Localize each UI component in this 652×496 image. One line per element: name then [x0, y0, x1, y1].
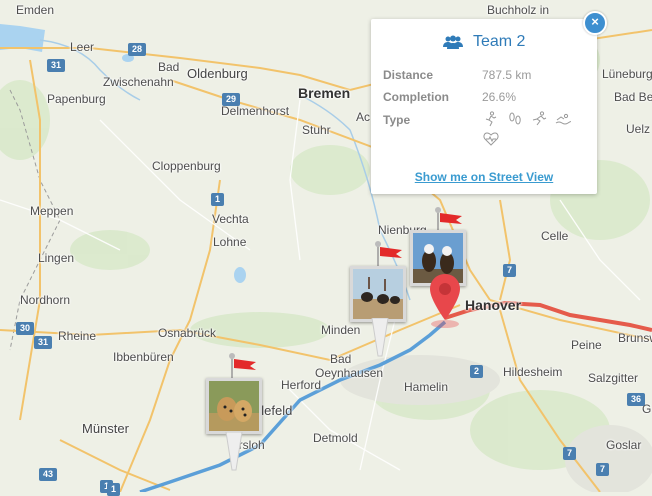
place-label: Leer — [70, 40, 95, 54]
place-label: Hamelin — [404, 380, 449, 394]
road-shield: 7 — [596, 463, 610, 476]
pin-stem-icon — [371, 318, 389, 357]
cheetah-photo — [206, 378, 262, 434]
place-label: Bremen — [298, 85, 351, 101]
place-label: Herford — [281, 378, 322, 392]
place-label: Delmenhorst — [221, 104, 290, 118]
road-shield: 2 — [470, 365, 484, 378]
place-label: Stuhr — [302, 123, 331, 137]
place-label: Rheine — [58, 329, 97, 343]
place-label: Vechta — [212, 212, 249, 226]
distance-label: Distance — [383, 68, 434, 82]
cheetah-marker[interactable] — [206, 350, 266, 480]
footprints-icon — [509, 112, 521, 125]
place-label: Papenburg — [47, 92, 106, 106]
place-label: Nordhorn — [20, 293, 71, 307]
road-shield: 30 — [16, 322, 35, 335]
running-icon — [532, 111, 547, 126]
road-shield: 28 — [128, 43, 147, 56]
place-label: Bad — [158, 60, 180, 74]
flag-icon — [375, 241, 402, 266]
place-label: Osnabrück — [158, 326, 217, 340]
place-label: Münster — [82, 421, 129, 436]
place-label: Lingen — [38, 251, 75, 265]
place-label: Cloppenburg — [152, 159, 221, 173]
place-label: Salzgitter — [588, 371, 639, 385]
place-label: Ibbenbüren — [113, 350, 174, 364]
place-label: Ac — [356, 110, 371, 124]
road-shield: 31 — [47, 59, 66, 72]
popup-title: Team 2 — [371, 33, 597, 51]
users-icon — [442, 35, 463, 49]
road-shield: 7 — [563, 447, 577, 460]
place-label: Celle — [541, 229, 569, 243]
road-shield: 29 — [222, 93, 241, 106]
team-info-popup: Team 2 Distance 787.5 km Completion 26.6… — [371, 19, 597, 194]
pin-stem-icon — [225, 432, 243, 471]
completion-value: 26.6% — [482, 90, 517, 104]
place-label: Lohne — [213, 235, 247, 249]
completion-label: Completion — [383, 90, 449, 104]
heartbeat-icon — [483, 132, 499, 146]
current-position-pin[interactable] — [426, 272, 466, 330]
distance-value: 787.5 km — [482, 68, 532, 82]
flag-icon — [229, 353, 256, 378]
place-label: Uelz — [626, 122, 651, 136]
ostrich-photo — [350, 266, 406, 322]
place-label: Buchholz in — [487, 3, 550, 17]
road-shield: 1 — [211, 193, 225, 206]
place-label: Lüneburg — [602, 67, 652, 81]
street-view-link[interactable]: Show me on Street View — [371, 170, 597, 184]
place-label: Detmold — [313, 431, 358, 445]
place-label: Bad Bev — [614, 90, 652, 104]
place-label: Bad — [330, 352, 352, 366]
type-label: Type — [383, 113, 411, 127]
place-label: Oeynhausen — [315, 366, 384, 380]
place-label: Zwischenahn — [103, 75, 174, 89]
place-label: Hanover — [465, 297, 522, 313]
team-name: Team 2 — [472, 33, 526, 50]
swimming-icon — [555, 113, 571, 125]
road-shield: 36 — [627, 393, 646, 406]
place-label: Oldenburg — [187, 66, 248, 81]
close-button[interactable]: × — [583, 11, 607, 35]
road-shield: 43 — [39, 468, 58, 481]
place-label: Emden — [16, 3, 55, 17]
place-label: Meppen — [30, 204, 74, 218]
running-icon — [485, 111, 497, 127]
place-label: Goslar — [606, 438, 642, 452]
place-label: Hildesheim — [503, 365, 563, 379]
ostrich-marker[interactable] — [350, 238, 410, 358]
road-shield: 7 — [503, 264, 517, 277]
place-label: Brunsw — [618, 331, 652, 345]
road-shield: 31 — [34, 336, 53, 349]
place-label: Peine — [571, 338, 602, 352]
road-shield: 1 — [107, 483, 121, 496]
